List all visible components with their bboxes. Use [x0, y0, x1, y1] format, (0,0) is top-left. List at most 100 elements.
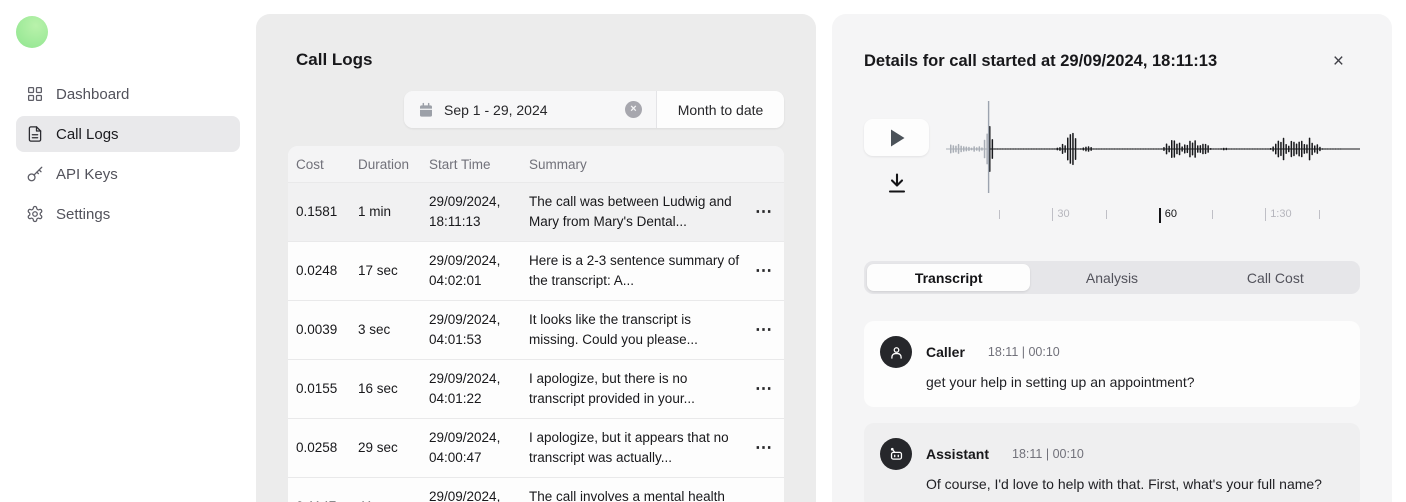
message-header: Assistant 18:11 | 00:10 [880, 438, 1344, 470]
table-row[interactable]: 0.0155 16 sec 29/09/2024, 04:01:22 I apo… [288, 359, 784, 418]
message-caller: Caller 18:11 | 00:10 get your help in se… [864, 321, 1360, 407]
calendar-icon [418, 102, 434, 118]
table-header: Cost Duration Start Time Summary [288, 146, 784, 182]
col-header-cost: Cost [288, 157, 350, 172]
table-row[interactable]: 0.0258 29 sec 29/09/2024, 04:00:47 I apo… [288, 418, 784, 477]
cell-summary: I apologize, but there is no transcript … [521, 360, 744, 418]
sidebar-item-dashboard[interactable]: Dashboard [16, 76, 240, 112]
table-body: 0.1581 1 min 29/09/2024, 18:11:13 The ca… [288, 182, 784, 502]
month-to-date-button[interactable]: Month to date [656, 91, 784, 128]
dashboard-icon [26, 85, 44, 103]
table-row[interactable]: 0.0039 3 sec 29/09/2024, 04:01:53 It loo… [288, 300, 784, 359]
waveform-timeline: 30 60 1:30 [946, 205, 1360, 227]
sidebar-item-call-logs[interactable]: Call Logs [16, 116, 240, 152]
page-title: Call Logs [288, 50, 784, 70]
details-header: Details for call started at 29/09/2024, … [864, 52, 1360, 71]
cell-duration: 41 sec [350, 488, 421, 502]
timeline-tick [1212, 208, 1217, 219]
download-button[interactable] [885, 171, 909, 195]
timeline-tick: 1:30 [1265, 208, 1291, 221]
cell-duration: 17 sec [350, 252, 421, 290]
player-controls [864, 99, 946, 195]
cell-cost: 0.0155 [288, 370, 350, 408]
tick-mark [1319, 210, 1320, 219]
row-more-icon[interactable]: ⋯ [744, 320, 784, 340]
cell-summary: The call was between Ludwig and Mary fro… [521, 183, 744, 241]
row-more-icon[interactable]: ⋯ [744, 438, 784, 458]
app-root: Dashboard Call Logs API Keys Settings Ca… [0, 0, 1406, 502]
gear-icon [26, 205, 44, 223]
timeline-tick: 30 [1052, 208, 1069, 221]
transcript-messages: Caller 18:11 | 00:10 get your help in se… [864, 321, 1360, 502]
row-more-icon[interactable]: ⋯ [744, 261, 784, 281]
timeline-tick [999, 208, 1004, 219]
timeline-tick [1319, 208, 1324, 219]
details-tabs: Transcript Analysis Call Cost [864, 261, 1360, 294]
sidebar-item-api-keys[interactable]: API Keys [16, 156, 240, 192]
person-icon [888, 344, 905, 361]
table-row[interactable]: 0.1147 41 sec 29/09/2024, 03:53:53 The c… [288, 477, 784, 502]
sidebar-item-label: Dashboard [56, 86, 129, 103]
app-logo[interactable] [16, 16, 48, 48]
row-more-icon[interactable]: ⋯ [744, 497, 784, 502]
cell-summary: The call involves a mental health assist… [521, 478, 744, 502]
sidebar-item-settings[interactable]: Settings [16, 196, 240, 232]
file-text-icon [26, 125, 44, 143]
cell-duration: 29 sec [350, 429, 421, 467]
cell-cost: 0.0258 [288, 429, 350, 467]
message-timestamp: 18:11 | 00:10 [988, 345, 1060, 359]
col-header-start-time: Start Time [421, 157, 521, 172]
cell-cost: 0.0248 [288, 252, 350, 290]
play-button[interactable] [864, 119, 929, 156]
cell-summary: I apologize, but it appears that no tran… [521, 419, 744, 477]
message-text: Of course, I'd love to help with that. F… [926, 476, 1344, 492]
cell-duration: 1 min [350, 193, 421, 231]
tick-mark [1159, 208, 1161, 223]
tick-mark [999, 210, 1000, 219]
tick-mark [1106, 210, 1107, 219]
col-header-summary: Summary [521, 157, 744, 172]
cell-summary: Here is a 2-3 sentence summary of the tr… [521, 242, 744, 300]
message-header: Caller 18:11 | 00:10 [880, 336, 1344, 368]
cell-start-time: 29/09/2024, 04:02:01 [421, 242, 521, 300]
table-row[interactable]: 0.0248 17 sec 29/09/2024, 04:02:01 Here … [288, 241, 784, 300]
details-title: Details for call started at 29/09/2024, … [864, 52, 1217, 71]
table-row[interactable]: 0.1581 1 min 29/09/2024, 18:11:13 The ca… [288, 182, 784, 241]
waveform-svg [946, 99, 1360, 195]
sidebar-item-label: Call Logs [56, 126, 119, 143]
tick-label: 30 [1057, 208, 1069, 221]
row-more-icon[interactable]: ⋯ [744, 379, 784, 399]
speaker-name: Assistant [926, 446, 989, 462]
tab-call-cost[interactable]: Call Cost [1194, 264, 1357, 291]
tab-transcript[interactable]: Transcript [867, 264, 1030, 291]
clear-date-icon[interactable]: × [625, 101, 642, 118]
message-text: get your help in setting up an appointme… [926, 374, 1344, 390]
call-logs-panel: Call Logs Sep 1 - 29, 2024 × Month to da… [256, 14, 816, 502]
cell-cost: 0.1147 [288, 488, 350, 502]
caller-avatar [880, 336, 912, 368]
call-details-panel: Details for call started at 29/09/2024, … [832, 14, 1392, 502]
audio-player [864, 99, 1360, 195]
message-timestamp: 18:11 | 00:10 [1012, 447, 1084, 461]
cell-duration: 3 sec [350, 311, 421, 349]
cell-start-time: 29/09/2024, 04:01:22 [421, 360, 521, 418]
filter-row: Sep 1 - 29, 2024 × Month to date [288, 91, 784, 128]
tab-analysis[interactable]: Analysis [1030, 264, 1193, 291]
call-logs-table: Cost Duration Start Time Summary 0.1581 … [288, 146, 784, 502]
date-range-button[interactable]: Sep 1 - 29, 2024 × [404, 91, 656, 128]
row-more-icon[interactable]: ⋯ [744, 202, 784, 222]
play-icon [887, 127, 907, 149]
timeline-tick [1106, 208, 1111, 219]
close-icon[interactable]: × [1333, 52, 1344, 71]
cell-start-time: 29/09/2024, 18:11:13 [421, 183, 521, 241]
cell-summary: It looks like the transcript is missing.… [521, 301, 744, 359]
key-icon [26, 165, 44, 183]
download-icon [885, 171, 909, 195]
cell-start-time: 29/09/2024, 04:01:53 [421, 301, 521, 359]
waveform[interactable] [946, 99, 1360, 195]
sidebar: Dashboard Call Logs API Keys Settings [0, 0, 256, 502]
sidebar-item-label: Settings [56, 206, 110, 223]
timeline-tick: 60 [1159, 208, 1177, 223]
date-range-value: Sep 1 - 29, 2024 [444, 102, 548, 118]
col-header-duration: Duration [350, 157, 421, 172]
